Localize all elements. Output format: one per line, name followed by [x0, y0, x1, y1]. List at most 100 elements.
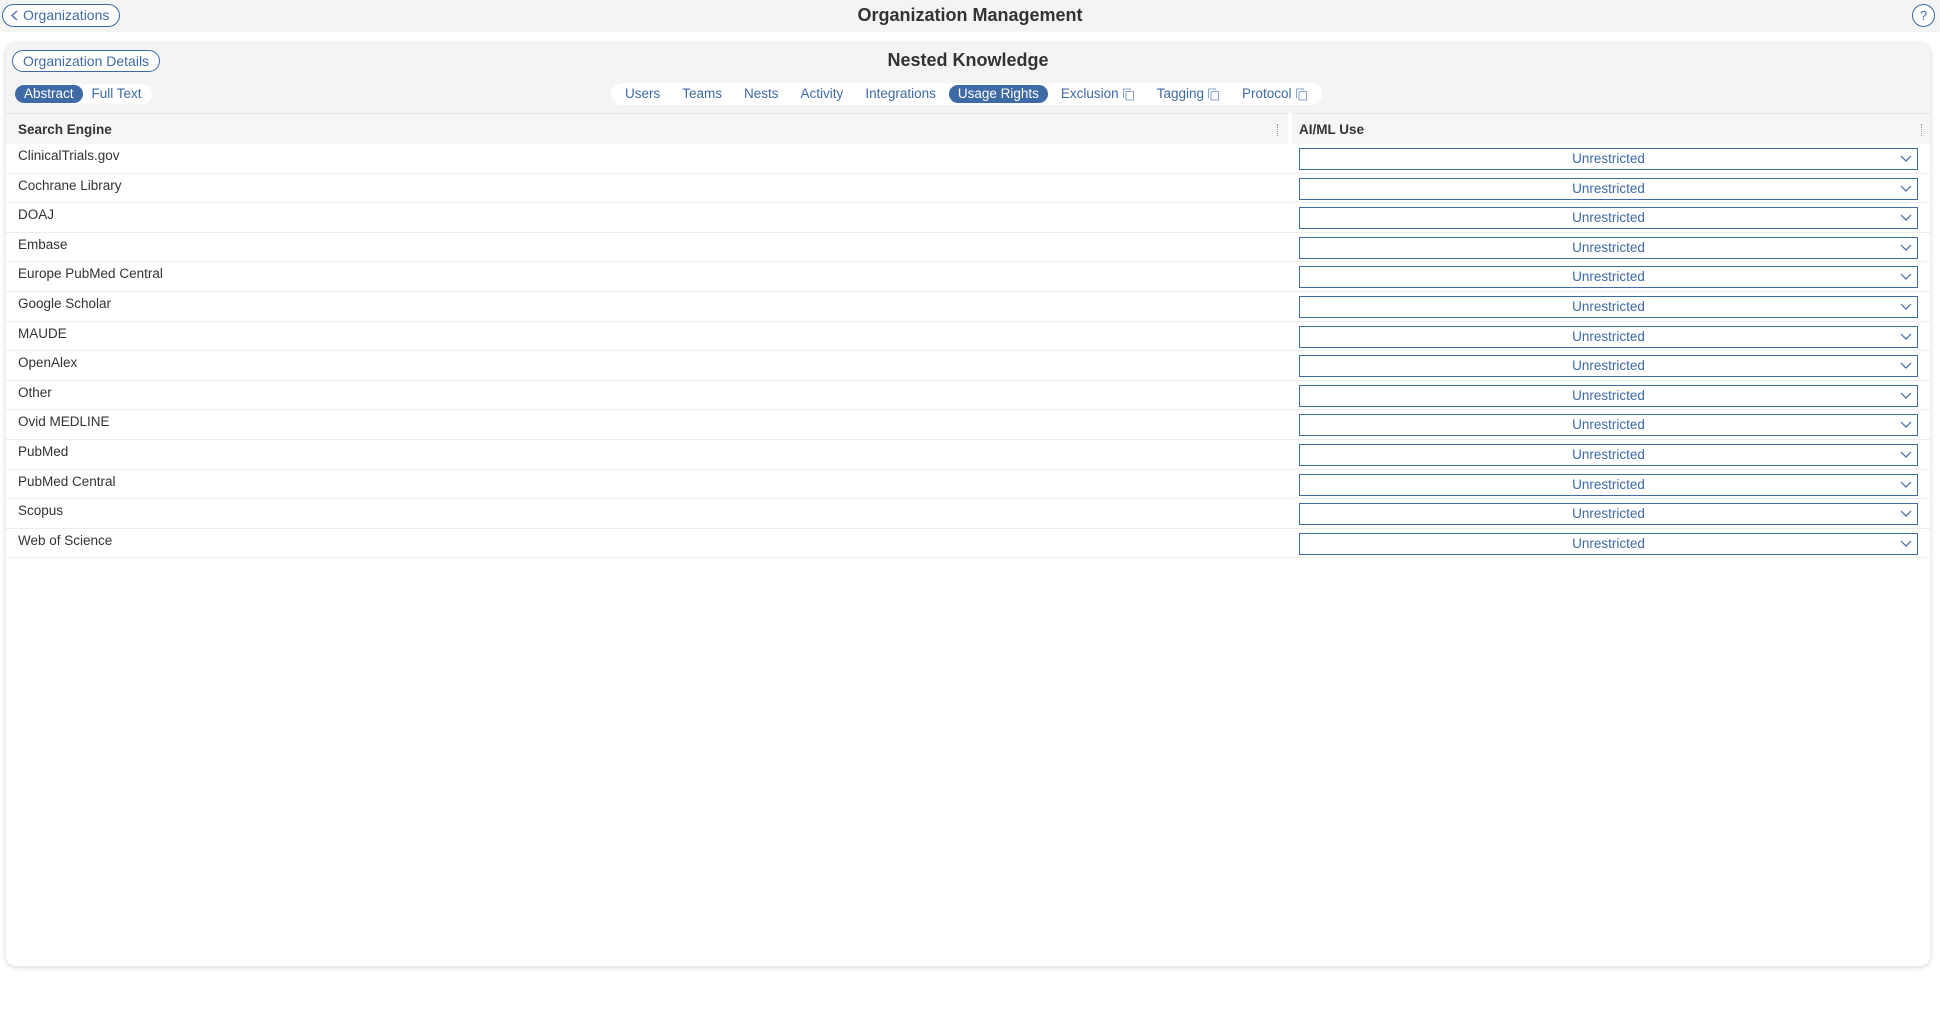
search-engine-name: DOAJ	[18, 207, 55, 223]
ai-ml-use-select[interactable]: Unrestricted	[1299, 414, 1918, 437]
tab-protocol[interactable]: Protocol	[1233, 85, 1317, 103]
column-resize-handle[interactable]	[1921, 124, 1923, 136]
help-icon[interactable]: ?	[1912, 4, 1935, 27]
tab-integrations[interactable]: Integrations	[856, 85, 945, 103]
search-engine-name: Other	[18, 384, 52, 400]
search-engine-name: Google Scholar	[18, 295, 112, 311]
ai-ml-use-select[interactable]: Unrestricted	[1299, 443, 1918, 466]
tab-label: Usage Rights	[957, 86, 1039, 101]
ai-ml-use-value: Unrestricted	[1572, 535, 1645, 551]
back-to-organizations-button[interactable]: Organizations	[2, 4, 121, 27]
top-bar: Organization Management Organizations ?	[0, 0, 1940, 32]
chevron-down-icon	[1900, 362, 1912, 370]
abstract-fulltext-toggle: Abstract Full Text	[14, 84, 152, 104]
table-row: DOAJ Unrestricted	[6, 203, 1930, 233]
table-row: Cochrane Library Unrestricted	[6, 174, 1930, 204]
ai-ml-use-value: Unrestricted	[1572, 476, 1645, 492]
tab-exclusion[interactable]: Exclusion	[1052, 85, 1144, 103]
tab-teams[interactable]: Teams	[673, 85, 731, 103]
column-header-ai-ml-use[interactable]: AI/ML Use	[1299, 114, 1364, 145]
chevron-down-icon	[1900, 214, 1912, 222]
search-engine-name: PubMed	[18, 443, 69, 459]
chevron-down-icon	[1900, 421, 1912, 429]
tab-tagging[interactable]: Tagging	[1148, 85, 1229, 103]
ai-ml-use-select[interactable]: Unrestricted	[1299, 148, 1918, 170]
page-title: Organization Management	[857, 5, 1083, 25]
copy-icon[interactable]	[1295, 88, 1308, 101]
search-engine-name: ClinicalTrials.gov	[18, 148, 120, 163]
table-row: OpenAlex Unrestricted	[6, 351, 1930, 381]
ai-ml-use-select[interactable]: Unrestricted	[1299, 236, 1918, 259]
ai-ml-use-select[interactable]: Unrestricted	[1299, 295, 1918, 318]
chevron-down-icon	[1900, 185, 1912, 192]
search-engine-name: MAUDE	[18, 325, 67, 341]
back-button-label: Organizations	[23, 7, 110, 23]
tab-usage-rights[interactable]: Usage Rights	[948, 85, 1048, 103]
ai-ml-use-select[interactable]: Unrestricted	[1299, 384, 1918, 407]
search-engine-name: Ovid MEDLINE	[18, 414, 110, 430]
organization-name: Nested Knowledge	[887, 50, 1049, 70]
ai-ml-use-value: Unrestricted	[1572, 358, 1645, 374]
ai-ml-use-value: Unrestricted	[1572, 298, 1645, 314]
table-row: MAUDE Unrestricted	[6, 322, 1930, 352]
search-engine-name: Web of Science	[18, 532, 113, 548]
tab-label: Exclusion	[1060, 86, 1119, 101]
search-engine-name: PubMed Central	[18, 473, 116, 489]
ai-ml-use-value: Unrestricted	[1572, 239, 1645, 255]
ai-ml-use-value: Unrestricted	[1572, 180, 1645, 196]
ai-ml-use-select[interactable]: Unrestricted	[1299, 355, 1918, 378]
column-resize-handle[interactable]	[1277, 124, 1279, 136]
column-header-search-engine[interactable]: Search Engine	[18, 114, 112, 145]
panel-header: Organization Details Nested Knowledge Ab…	[6, 43, 1930, 113]
chevron-down-icon	[1900, 481, 1912, 488]
tab-activity[interactable]: Activity	[792, 85, 853, 103]
table-row: PubMed Central Unrestricted	[6, 470, 1930, 500]
ai-ml-use-value: Unrestricted	[1572, 446, 1645, 462]
search-engine-name: Embase	[18, 236, 68, 252]
ai-ml-use-select[interactable]: Unrestricted	[1299, 532, 1918, 555]
ai-ml-use-select[interactable]: Unrestricted	[1299, 266, 1918, 289]
ai-ml-use-value: Unrestricted	[1572, 387, 1645, 403]
ai-ml-use-value: Unrestricted	[1572, 328, 1645, 344]
search-engine-name: Scopus	[18, 503, 64, 519]
tab-label: Activity	[800, 86, 844, 101]
chevron-down-icon	[1900, 451, 1912, 458]
chevron-down-icon	[1900, 244, 1912, 251]
tab-label: Teams	[682, 86, 723, 101]
tab-label: Tagging	[1156, 86, 1204, 101]
table-row: PubMed Unrestricted	[6, 440, 1930, 470]
ai-ml-use-value: Unrestricted	[1572, 506, 1645, 522]
tab-nests[interactable]: Nests	[735, 85, 788, 103]
table-row: Google Scholar Unrestricted	[6, 292, 1930, 322]
tab-label: Nests	[744, 86, 779, 101]
ai-ml-use-select[interactable]: Unrestricted	[1299, 473, 1918, 496]
chevron-down-icon	[1900, 333, 1912, 340]
ai-ml-use-select[interactable]: Unrestricted	[1299, 503, 1918, 526]
ai-ml-use-select[interactable]: Unrestricted	[1299, 207, 1918, 230]
tab-users[interactable]: Users	[616, 85, 669, 103]
chevron-down-icon	[1900, 273, 1912, 281]
tab-label: Protocol	[1241, 86, 1292, 101]
copy-icon[interactable]	[1122, 88, 1135, 101]
copy-icon[interactable]	[1207, 88, 1220, 101]
ai-ml-use-value: Unrestricted	[1572, 151, 1645, 166]
search-engine-name: Cochrane Library	[18, 177, 122, 193]
tab-label: Users	[625, 86, 661, 101]
table-row: Web of Science Unrestricted	[6, 529, 1930, 559]
search-engine-name: OpenAlex	[18, 355, 78, 371]
table-row: ClinicalTrials.gov Unrestricted	[6, 144, 1930, 174]
table-header: Search Engine AI/ML Use	[6, 113, 1930, 144]
ai-ml-use-select[interactable]: Unrestricted	[1299, 325, 1918, 348]
ai-ml-use-value: Unrestricted	[1572, 417, 1645, 433]
mode-option-full-text[interactable]: Full Text	[83, 85, 151, 103]
table-row: Scopus Unrestricted	[6, 499, 1930, 529]
table-row: Europe PubMed Central Unrestricted	[6, 262, 1930, 292]
chevron-down-icon	[1900, 155, 1912, 162]
organization-panel: Organization Details Nested Knowledge Ab…	[6, 43, 1930, 966]
chevron-down-icon	[1900, 510, 1912, 517]
mode-option-abstract[interactable]: Abstract	[15, 85, 83, 103]
ai-ml-use-value: Unrestricted	[1572, 210, 1645, 226]
chevron-down-icon	[1900, 392, 1912, 399]
column-divider	[1288, 113, 1292, 144]
ai-ml-use-select[interactable]: Unrestricted	[1299, 177, 1918, 200]
